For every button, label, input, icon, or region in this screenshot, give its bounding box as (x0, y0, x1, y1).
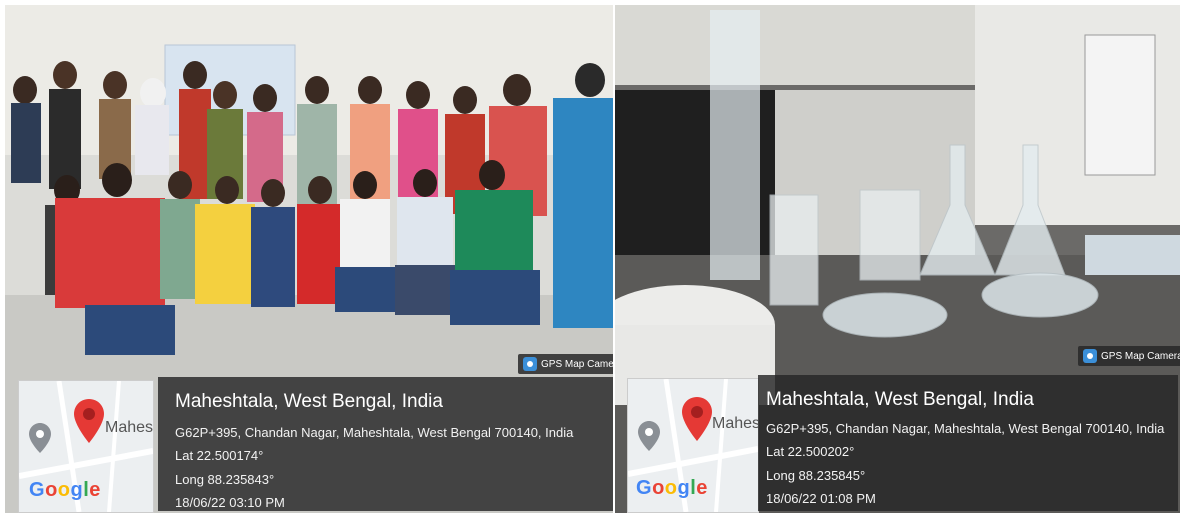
location-title: Maheshtala, West Bengal, India (175, 391, 443, 412)
place-marker-icon (29, 423, 51, 453)
datetime: 18/06/22 03:10 PM (175, 495, 285, 510)
gps-map-camera-badge: GPS Map Camera (518, 354, 613, 374)
lab-photo: GPS Map Camera Mahes Google Maheshtala, … (615, 5, 1180, 513)
address-line: G62P+395, Chandan Nagar, Maheshtala, Wes… (766, 421, 1165, 436)
google-logo: Google (636, 477, 708, 499)
map-place-label: Mahes (712, 415, 759, 432)
datetime: 18/06/22 01:08 PM (766, 491, 876, 506)
camera-icon (523, 357, 537, 371)
map-place-label: Mahes (105, 419, 154, 436)
location-overlay: Maheshtala, West Bengal, India G62P+395,… (758, 375, 1178, 511)
badge-label: GPS Map Camera (541, 358, 613, 370)
longitude: Long 88.235845° (766, 468, 866, 483)
gps-map-camera-badge: GPS Map Camera (1078, 346, 1180, 366)
address-line: G62P+395, Chandan Nagar, Maheshtala, Wes… (175, 425, 574, 440)
map-thumbnail: Mahes Google (627, 378, 759, 513)
location-title: Maheshtala, West Bengal, India (766, 389, 1034, 410)
google-logo: Google (29, 479, 101, 501)
group-photo: GPS Map Camera Mahes Google Maheshtala, … (5, 5, 613, 513)
latitude: Lat 22.500202° (766, 444, 855, 459)
camera-icon (1083, 349, 1097, 363)
place-marker-icon (638, 421, 660, 451)
map-thumbnail: Mahes Google (18, 380, 154, 513)
badge-label: GPS Map Camera (1101, 350, 1180, 362)
location-pin-icon (682, 397, 712, 441)
location-pin-icon (74, 399, 104, 443)
latitude: Lat 22.500174° (175, 448, 264, 463)
longitude: Long 88.235843° (175, 472, 275, 487)
location-overlay: Maheshtala, West Bengal, India G62P+395,… (158, 377, 613, 511)
